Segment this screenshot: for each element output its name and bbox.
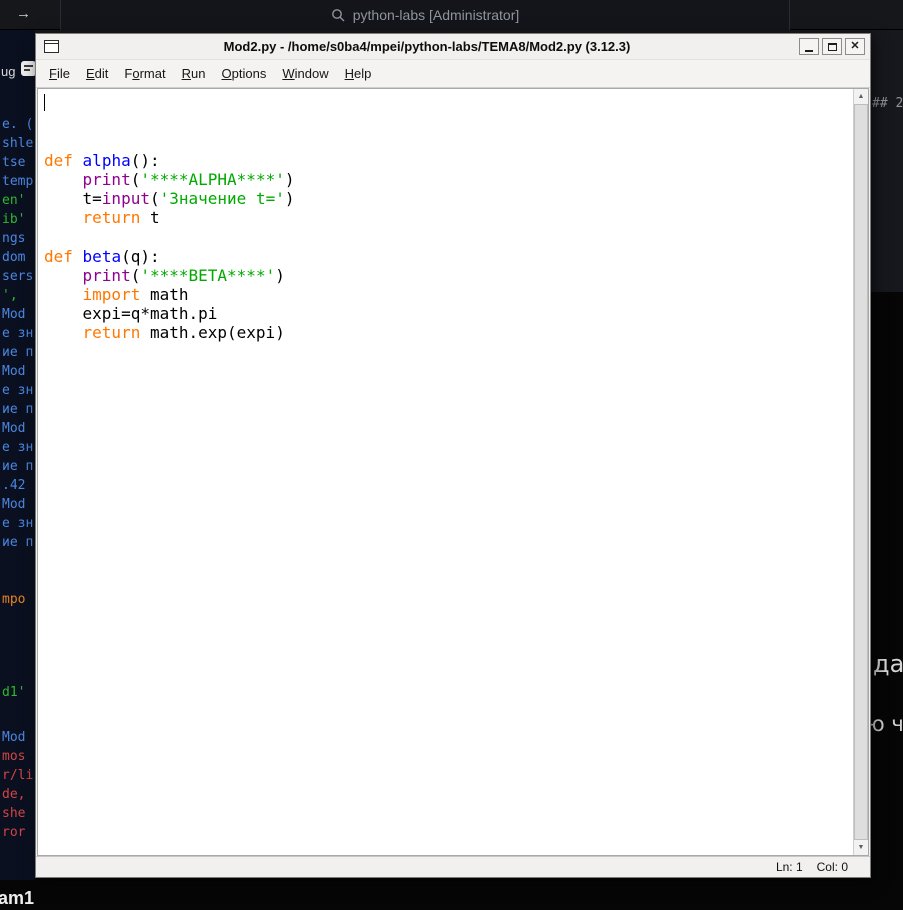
search-icon	[331, 8, 345, 22]
terminal-search-tab[interactable]: python-labs [Administrator]	[60, 0, 790, 30]
background-right-fragment: ю ч	[867, 712, 903, 736]
code-line: print('****BETA****')	[44, 266, 851, 285]
background-shell-fragment: ие п	[2, 345, 33, 360]
code-lines: def alpha(): print('****ALPHA****') t=in…	[44, 151, 851, 343]
background-shell-fragment: ие п	[2, 535, 33, 550]
background-shell-fragment: ror	[2, 825, 25, 840]
background-shell-fragment: ие п	[2, 459, 33, 474]
close-icon: ✕	[850, 41, 859, 52]
background-shell-fragment: е зн	[2, 383, 33, 398]
maximize-icon	[828, 43, 837, 51]
menu-window[interactable]: Window	[274, 62, 336, 85]
code-line	[44, 227, 851, 246]
status-col-indicator: Col: 0	[817, 860, 848, 874]
code-line: import math	[44, 285, 851, 304]
scrollbar-track[interactable]	[854, 104, 868, 840]
desktop: → python-labs [Administrator] ug e. ( shl…	[0, 0, 903, 910]
background-right-fragment: да	[873, 650, 903, 678]
code-line: return t	[44, 208, 851, 227]
background-shell-fragment: е зн	[2, 440, 33, 455]
editor-frame: def alpha(): print('****ALPHA****') t=in…	[37, 88, 869, 856]
background-shell-fragment: sers	[2, 269, 33, 284]
background-right-fragment: ## 2	[872, 96, 903, 111]
status-line-indicator: Ln: 1	[776, 860, 803, 874]
background-shell-fragment: tse	[2, 155, 25, 170]
background-shell-fragment: shе	[2, 806, 25, 821]
code-line: return math.exp(expi)	[44, 323, 851, 342]
code-line: print('****ALPHA****')	[44, 170, 851, 189]
background-shell-fragment: ',	[2, 288, 18, 303]
code-line: def beta(q):	[44, 247, 851, 266]
window-title: Mod2.py - /home/s0ba4/mpei/python-labs/T…	[62, 39, 792, 54]
code-line: t=input('Значение t=')	[44, 189, 851, 208]
text-cursor	[44, 94, 45, 111]
scrollbar-thumb[interactable]	[854, 104, 868, 840]
menu-help[interactable]: Help	[337, 62, 380, 85]
menu-format[interactable]: Format	[116, 62, 173, 85]
scroll-up-button[interactable]: ▲	[854, 89, 868, 104]
background-shell-fragment: d1'	[2, 685, 25, 700]
background-shell-fragment: .42	[2, 478, 25, 493]
status-bar: Ln: 1 Col: 0	[36, 856, 870, 877]
minimize-button[interactable]	[799, 38, 819, 55]
terminal-title-bar: → python-labs [Administrator]	[0, 0, 903, 30]
background-shell-fragment: r/li	[2, 768, 33, 783]
idle-editor-window: Mod2.py - /home/s0ba4/mpei/python-labs/T…	[35, 33, 871, 878]
background-shell-fragment: е зн	[2, 516, 33, 531]
scroll-down-button[interactable]: ▼	[854, 840, 868, 855]
background-shell-fragment: en'	[2, 193, 25, 208]
background-shell-fragment: ие п	[2, 402, 33, 417]
menu-run[interactable]: Run	[174, 62, 214, 85]
code-line: expi=q*math.pi	[44, 304, 851, 323]
background-menu-fragment: ug	[1, 64, 15, 79]
background-app-icon	[21, 61, 35, 76]
background-shell-strip: ug e. ( shlе tse temp en' ib' ngs dom sers ', Mod е…	[0, 30, 35, 880]
code-editor[interactable]: def alpha(): print('****ALPHA****') t=in…	[38, 89, 853, 855]
menu-bar: FileEditFormatRunOptionsWindowHelp	[36, 59, 870, 88]
background-shell-fragment: ngs	[2, 231, 25, 246]
window-icon	[44, 40, 59, 53]
background-shell-fragment: dom	[2, 250, 25, 265]
background-taskbar-text: am1	[0, 888, 34, 909]
background-shell-fragment: Mod	[2, 421, 25, 436]
window-title-bar[interactable]: Mod2.py - /home/s0ba4/mpei/python-labs/T…	[36, 34, 870, 59]
minimize-icon	[805, 50, 813, 52]
menu-edit[interactable]: Edit	[78, 62, 116, 85]
background-shell-fragment: Mod	[2, 497, 25, 512]
background-shell-fragment: Mod	[2, 364, 25, 379]
background-shell-fragment: Mod	[2, 730, 25, 745]
menu-options[interactable]: Options	[213, 62, 274, 85]
background-shell-fragment: shlе	[2, 136, 33, 151]
vertical-scrollbar[interactable]: ▲ ▼	[853, 89, 868, 855]
close-button[interactable]: ✕	[845, 38, 865, 55]
forward-arrow-icon[interactable]: →	[16, 5, 31, 22]
background-shell-fragment: ib'	[2, 212, 25, 227]
background-shell-fragment: temp	[2, 174, 33, 189]
background-shell-fragment: е зн	[2, 326, 33, 341]
window-controls: ✕	[796, 38, 865, 55]
background-shell-fragment: Mod	[2, 307, 25, 322]
menu-file[interactable]: File	[41, 62, 78, 85]
code-line: def alpha():	[44, 151, 851, 170]
maximize-button[interactable]	[822, 38, 842, 55]
background-shell-fragment: mos	[2, 749, 25, 764]
terminal-search-label: python-labs [Administrator]	[353, 7, 520, 23]
background-shell-fragment: e. (	[2, 117, 33, 132]
background-shell-fragment: de,	[2, 787, 25, 802]
background-shell-fragment: mpo	[2, 592, 25, 607]
